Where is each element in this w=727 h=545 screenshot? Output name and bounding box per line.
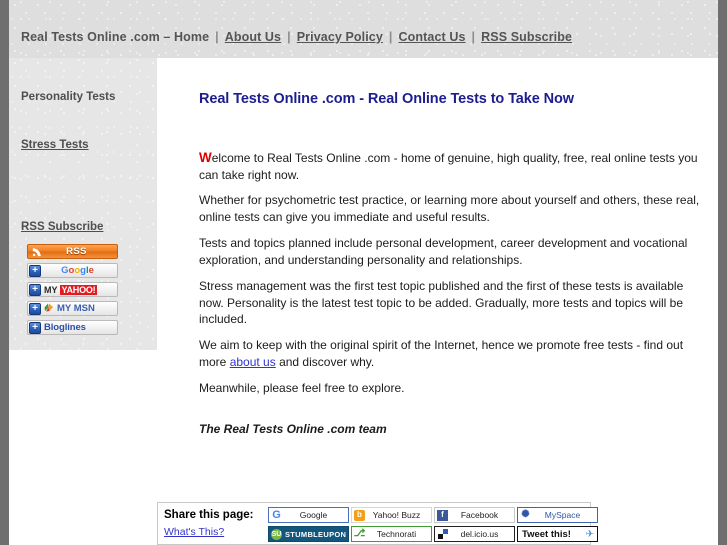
google-icon: G <box>272 508 281 521</box>
nav-link-rss-subscribe[interactable]: RSS Subscribe <box>481 30 572 44</box>
share-yahoo-buzz-button[interactable]: b Yahoo! Buzz <box>351 507 432 523</box>
share-yahoo-buzz-label: Yahoo! Buzz <box>372 510 421 520</box>
site-header: Real Tests Online .com – Home | About Us | P… <box>9 0 718 58</box>
paragraph-psychometric: Whether for psychometric test practice, … <box>199 193 700 224</box>
share-button-grid: G Google b Yahoo! Buzz f Facebook ✺ MySp… <box>268 507 598 542</box>
nav-link-privacy-policy[interactable]: Privacy Policy <box>297 30 383 44</box>
paragraph-topics: Tests and topics planned include persona… <box>199 236 688 267</box>
delicious-icon <box>437 528 448 540</box>
sidebar-item-personality-tests[interactable]: Personality Tests <box>21 91 115 103</box>
nav-separator-2: | <box>287 30 291 44</box>
msn-butterfly-icon <box>44 303 55 314</box>
top-navigation: Real Tests Online .com – Home | About Us | P… <box>21 30 572 44</box>
share-tweet-label: Tweet this! <box>522 528 571 540</box>
plus-icon: + <box>29 321 41 334</box>
paragraph-spirit-after: and discover why. <box>275 354 375 369</box>
signoff-text: The Real Tests Online .com team <box>199 422 387 436</box>
page-frame: Real Tests Online .com – Home | About Us | P… <box>0 0 727 545</box>
add-to-my-yahoo-button[interactable]: + MY YAHOO! <box>27 282 118 297</box>
google-button-label: Google <box>61 265 94 276</box>
share-stumbleupon-label: STUMBLEUPON <box>285 529 347 539</box>
share-facebook-button[interactable]: f Facebook <box>434 507 515 523</box>
paragraph-spirit: We aim to keep with the original spirit … <box>199 337 707 370</box>
my-yahoo-brand-label: YAHOO! <box>59 284 98 295</box>
plus-icon: + <box>29 283 41 296</box>
share-this-page-widget: Share this page: What's This? G Google b… <box>157 502 598 545</box>
myspace-icon: ✺ <box>521 509 530 520</box>
rss-feed-button[interactable]: RSS <box>27 244 118 259</box>
stumbleupon-icon: SU <box>271 528 282 540</box>
paragraph-explore: Meanwhile, please feel free to explore. <box>199 381 405 395</box>
share-myspace-button[interactable]: ✺ MySpace <box>517 507 598 523</box>
share-delicious-label: del.icio.us <box>460 529 499 539</box>
my-yahoo-my-label: MY <box>44 284 58 295</box>
nav-link-about-us[interactable]: About Us <box>225 30 281 44</box>
share-delicious-button[interactable]: del.icio.us <box>434 526 515 542</box>
twitter-bird-icon: ✈ <box>585 528 594 540</box>
add-to-bloglines-button[interactable]: + Bloglines <box>27 320 118 335</box>
share-myspace-label: MySpace <box>544 510 581 520</box>
paragraph-stress-management: Stress management was the first test top… <box>199 279 684 326</box>
msn-button-label: MY MSN <box>57 303 95 314</box>
about-us-link[interactable]: about us <box>230 355 276 369</box>
plus-icon: + <box>29 302 41 315</box>
main-content: Real Tests Online .com - Real Online Tes… <box>157 58 718 545</box>
add-to-my-msn-button[interactable]: + MY MSN <box>27 301 118 316</box>
nav-separator-1: | <box>215 30 219 44</box>
share-google-button[interactable]: G Google <box>268 507 349 523</box>
share-tweet-button[interactable]: Tweet this! ✈ <box>517 526 598 542</box>
share-google-label: Google <box>299 510 328 520</box>
nav-link-contact-us[interactable]: Contact Us <box>399 30 466 44</box>
sidebar-item-stress-tests[interactable]: Stress Tests <box>21 139 89 151</box>
rss-icon <box>29 245 44 258</box>
bloglines-button-label: Bloglines <box>44 322 86 333</box>
paragraph-welcome: Welcome to Real Tests Online .com - home… <box>199 150 707 183</box>
sidebar: Personality Tests Stress Tests RSS Subsc… <box>9 58 157 350</box>
nav-separator-3: | <box>388 30 393 44</box>
page-title: Real Tests Online .com - Real Online Tes… <box>199 91 574 107</box>
drop-cap: W <box>199 150 212 165</box>
add-to-google-button[interactable]: + Google <box>27 263 118 278</box>
site-title: Real Tests Online .com – Home <box>21 30 210 44</box>
share-facebook-label: Facebook <box>460 510 499 520</box>
paragraph-welcome-text: elcome to Real Tests Online .com - home … <box>199 151 698 182</box>
rss-button-label: RSS <box>66 246 87 257</box>
whats-this-link[interactable]: What's This? <box>164 526 224 538</box>
technorati-icon: ⎇ <box>353 528 366 539</box>
share-stumbleupon-button[interactable]: SU STUMBLEUPON <box>268 526 349 542</box>
page-body: Real Tests Online .com – Home | About Us | P… <box>9 0 718 545</box>
share-technorati-label: Technorati <box>376 529 417 539</box>
sidebar-heading-rss-subscribe[interactable]: RSS Subscribe <box>21 221 103 233</box>
share-technorati-button[interactable]: ⎇ Technorati <box>351 526 432 542</box>
facebook-icon: f <box>437 509 448 521</box>
rss-subscribe-buttons: RSS + Google + MY YAHOO! + MY MSN + Blog… <box>27 244 118 339</box>
yahoo-buzz-icon: b <box>354 509 365 521</box>
share-label: Share this page: <box>164 509 254 521</box>
plus-icon: + <box>29 264 41 277</box>
nav-separator-4: | <box>471 30 476 44</box>
